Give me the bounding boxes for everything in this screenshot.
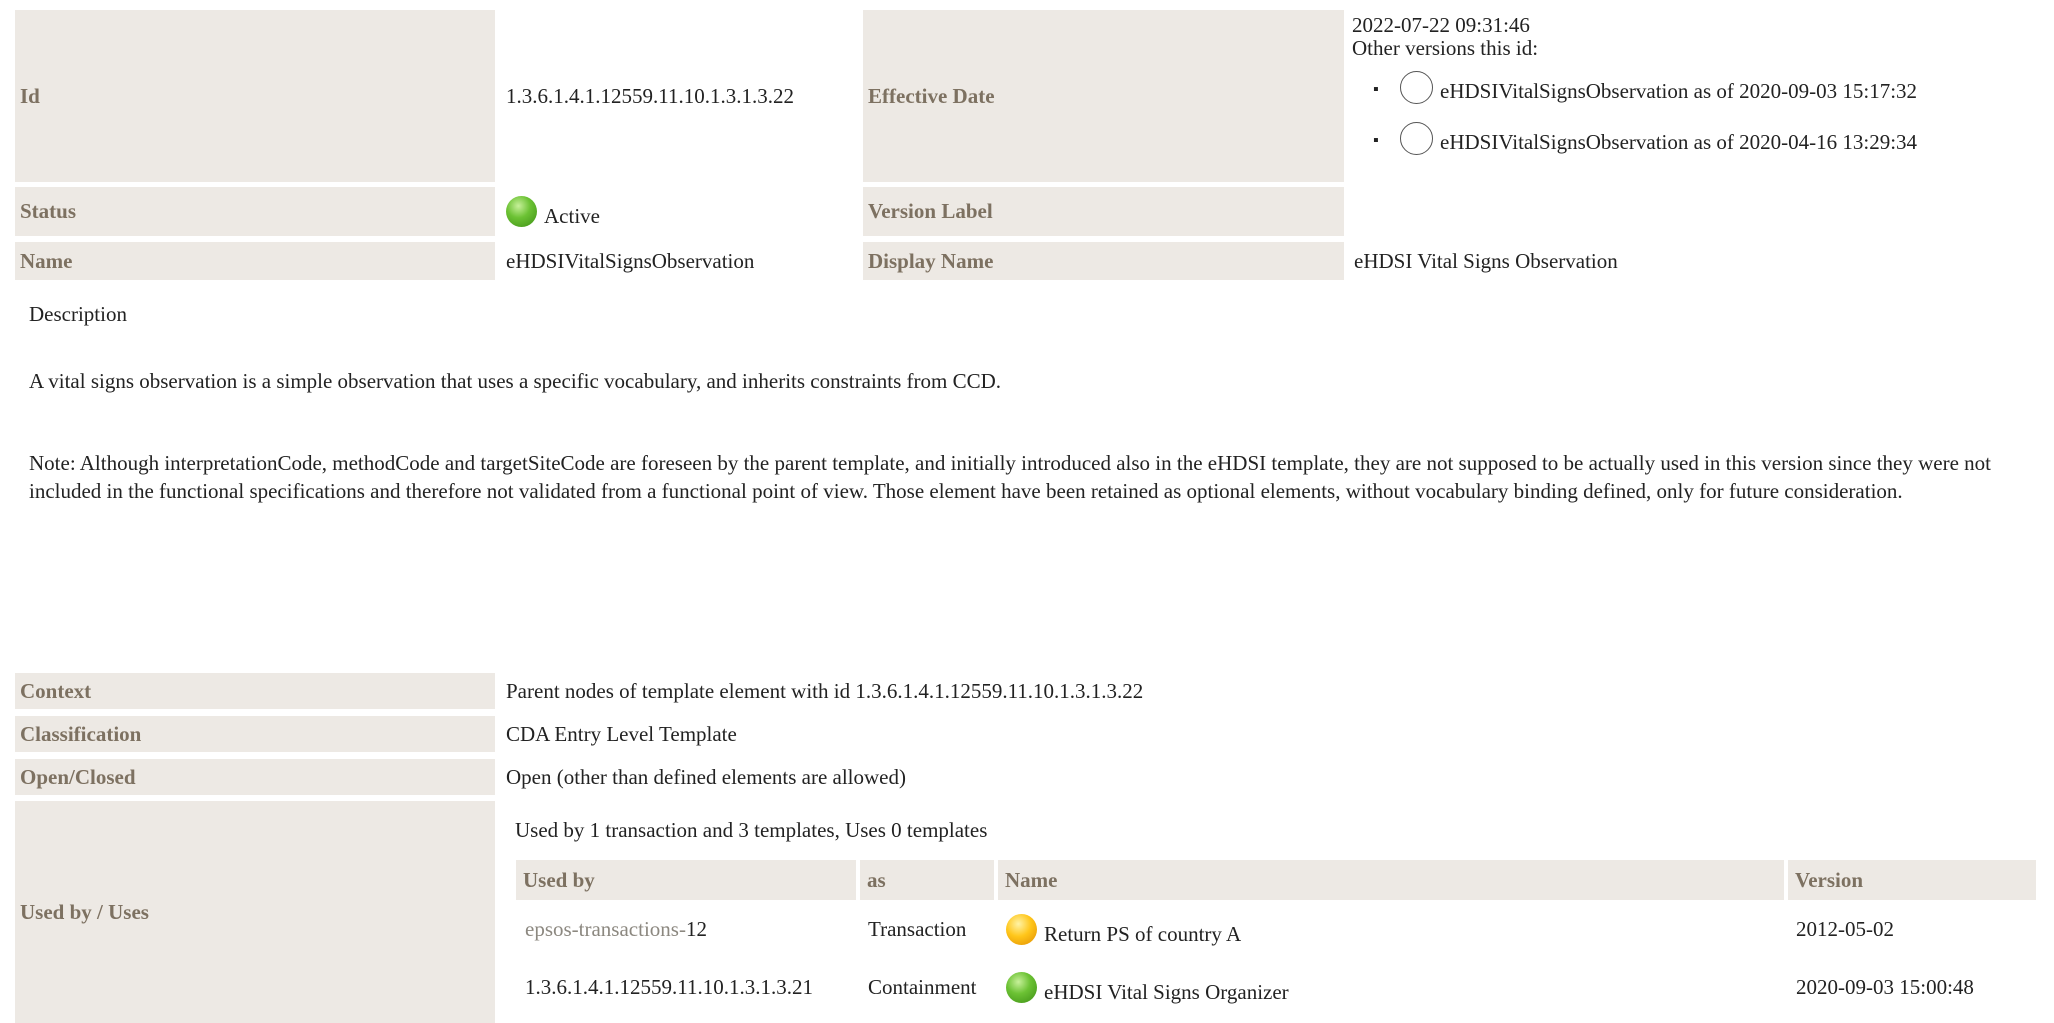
bullet-icon: ▪: [1373, 81, 1379, 98]
column-header-version: Version: [1788, 860, 2036, 900]
as-cell: Transaction: [868, 916, 967, 941]
version-cell: 2012-05-02: [1796, 916, 1894, 941]
table-row: 1.3.6.1.4.1.12559.11.10.1.3.1.3.21 Conta…: [516, 958, 2036, 1016]
status-empty-icon: [1400, 122, 1433, 155]
used-by-cell: epsos-transactions- 12: [523, 900, 853, 958]
other-version-item[interactable]: ▪ eHDSIVitalSignsObservation as of 2020-…: [1352, 104, 2042, 155]
used-by-summary: Used by 1 transaction and 3 templates, U…: [515, 818, 988, 842]
template-name: eHDSI Vital Signs Organizer: [1044, 979, 1289, 1004]
status-active-icon: [1006, 971, 1037, 1003]
used-by-cell: 1.3.6.1.4.1.12559.11.10.1.3.1.3.21: [523, 958, 863, 1016]
status-empty-icon: [1400, 71, 1433, 104]
name-label: Name: [15, 242, 495, 280]
other-versions-list: ▪ eHDSIVitalSignsObservation as of 2020-…: [1352, 60, 2042, 155]
used-by-link[interactable]: epsos-transactions-: [525, 917, 686, 942]
description-paragraph: A vital signs observation is a simple ob…: [29, 369, 1002, 393]
version-label-value: [1352, 187, 2042, 236]
id-label: Id: [15, 10, 495, 182]
description-title: Description: [29, 302, 127, 326]
effective-date-label: Effective Date: [863, 10, 1344, 182]
open-closed-value: Open (other than defined elements are al…: [506, 764, 906, 789]
status-pending-icon: [1006, 913, 1037, 945]
context-label: Context: [15, 673, 495, 709]
description-note: Note: Although interpretationCode, metho…: [29, 451, 1992, 503]
status-cell: Active: [504, 187, 856, 236]
classification-value: CDA Entry Level Template: [506, 721, 737, 746]
table-row: epsos-transactions- 12 Transaction Return…: [516, 900, 2036, 958]
column-header-name: Name: [998, 860, 1784, 900]
classification-label: Classification: [15, 716, 495, 752]
context-value: Parent nodes of template element with id…: [506, 678, 1144, 703]
name-cell[interactable]: eHDSI Vital Signs Organizer: [1004, 958, 1784, 1016]
as-cell: Containment: [868, 974, 977, 999]
display-name-value: eHDSI Vital Signs Observation: [1354, 248, 1618, 273]
status-label: Status: [15, 187, 495, 236]
version-cell: 2020-09-03 15:00:48: [1796, 974, 1974, 999]
column-header-used-by: Used by: [516, 860, 856, 900]
used-by-id: 1.3.6.1.4.1.12559.11.10.1.3.1.3.21: [525, 974, 813, 999]
status-value: Active: [544, 204, 600, 228]
other-versions-label: Other versions this id:: [1352, 36, 1539, 60]
name-cell[interactable]: Return PS of country A: [1004, 900, 1784, 958]
version-label-label: Version Label: [863, 187, 1344, 236]
open-closed-label: Open/Closed: [15, 759, 495, 795]
column-header-as: as: [860, 860, 994, 900]
status-active-icon: [506, 196, 537, 227]
display-name-label: Display Name: [863, 242, 1344, 280]
effective-date-cell: 2022-07-22 09:31:46 Other versions this …: [1352, 14, 2042, 182]
effective-date-value: 2022-07-22 09:31:46: [1352, 13, 1530, 37]
other-version-text: eHDSIVitalSignsObservation as of 2020-04…: [1440, 130, 1918, 154]
other-version-text: eHDSIVitalSignsObservation as of 2020-09…: [1440, 79, 1918, 103]
used-by-id: 12: [685, 916, 707, 941]
bullet-icon: ▪: [1373, 132, 1379, 149]
name-value: eHDSIVitalSignsObservation: [506, 248, 755, 273]
used-by-uses-label: Used by / Uses: [15, 801, 495, 1023]
id-value: 1.3.6.1.4.1.12559.11.10.1.3.1.3.22: [506, 83, 794, 108]
template-name: Return PS of country A: [1044, 921, 1242, 946]
other-version-item[interactable]: ▪ eHDSIVitalSignsObservation as of 2020-…: [1352, 60, 2042, 104]
